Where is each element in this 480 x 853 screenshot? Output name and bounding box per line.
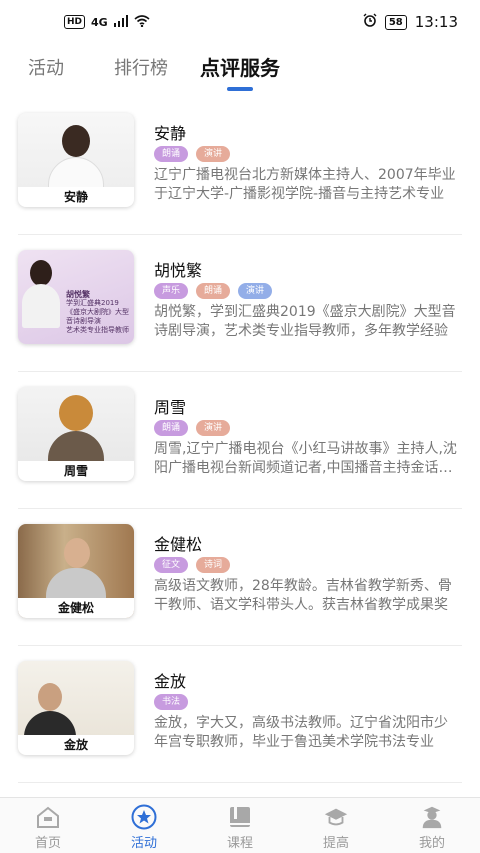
nav-improve[interactable]: 提高: [288, 798, 384, 853]
photo-caption: 安静: [18, 187, 134, 207]
teacher-description: 高级语文教师，28年教龄。吉林省教学新秀、骨干教师、语文学科带头人。获吉林省教学…: [154, 578, 452, 613]
teacher-list: 安静 安静 朗诵 演讲 辽宁广播电视台北方新媒体主持人、2007年毕业于辽宁大学…: [0, 98, 480, 783]
list-item[interactable]: 金健松 金健松 征文 诗词 高级语文教师，28年教龄。吉林省教学新秀、骨干教师、…: [0, 509, 480, 646]
list-item[interactable]: 金放 金放 书法 金放，字大又，高级书法教师。辽宁省沈阳市少年宫专职教师，毕业于…: [0, 646, 480, 783]
top-tabs: 活动 排行榜 点评服务: [0, 50, 480, 92]
tag: 朗诵: [154, 146, 189, 162]
status-left: HD 4G: [64, 14, 150, 30]
tag-list: 征文 诗词: [154, 557, 231, 573]
poster-text: 胡悦繁 学到汇盛典2019 《盛京大剧院》大型音诗剧导演 艺术类专业指导教师: [66, 290, 130, 335]
teacher-name: 金放: [154, 672, 187, 691]
teacher-photo: 周雪: [18, 387, 134, 481]
poster-line: 胡悦繁: [66, 290, 90, 299]
teacher-name: 金健松: [154, 535, 203, 554]
tag-list: 朗诵 演讲: [154, 420, 231, 436]
tag: 诗词: [196, 557, 231, 573]
poster-line: 学到汇盛典2019: [66, 299, 119, 307]
list-item[interactable]: 安静 安静 朗诵 演讲 辽宁广播电视台北方新媒体主持人、2007年毕业于辽宁大学…: [0, 98, 480, 235]
alarm-icon: [363, 13, 377, 31]
nav-home[interactable]: 首页: [0, 798, 96, 853]
photo-caption: 金放: [18, 735, 134, 755]
list-item[interactable]: 胡悦繁 学到汇盛典2019 《盛京大剧院》大型音诗剧导演 艺术类专业指导教师 胡…: [0, 235, 480, 372]
tab-leaderboard[interactable]: 排行榜: [114, 54, 168, 80]
nav-label: 课程: [226, 836, 253, 851]
battery-indicator: 58: [384, 14, 407, 30]
teacher-name: 周雪: [154, 398, 187, 417]
nav-label: 提高: [322, 836, 349, 851]
teacher-description: 周雪,辽宁广播电视台《小红马讲故事》主持人,沈阳广播电视台新闻频道记者,中国播音…: [154, 441, 457, 476]
teacher-description: 辽宁广播电视台北方新媒体主持人、2007年毕业于辽宁大学-广播影视学院-播音与主…: [154, 167, 456, 202]
tag: 演讲: [196, 420, 231, 436]
clock: 13:13: [414, 13, 458, 31]
teacher-name: 胡悦繁: [154, 261, 203, 280]
network-label: 4G: [91, 15, 108, 29]
teacher-description: 金放，字大又，高级书法教师。辽宁省沈阳市少年宫专职教师，毕业于鲁迅美术学院书法专…: [154, 715, 448, 750]
nav-activity[interactable]: 活动: [96, 798, 192, 853]
teacher-photo: 金健松: [18, 524, 134, 618]
list-item[interactable]: 周雪 周雪 朗诵 演讲 周雪,辽宁广播电视台《小红马讲故事》主持人,沈阳广播电视…: [0, 372, 480, 509]
tag-list: 声乐 朗诵 演讲: [154, 283, 273, 299]
photo-caption: 金健松: [18, 598, 134, 618]
poster-line: 艺术类专业指导教师: [66, 326, 129, 334]
teacher-name: 安静: [154, 124, 187, 143]
tag: 演讲: [238, 283, 273, 299]
teacher-photo: 胡悦繁 学到汇盛典2019 《盛京大剧院》大型音诗剧导演 艺术类专业指导教师: [18, 250, 134, 344]
teacher-description: 胡悦繁，学到汇盛典2019《盛京大剧院》大型音诗剧导演，艺术类专业指导教师，多年…: [154, 304, 456, 339]
nav-label: 首页: [34, 836, 61, 851]
nav-course[interactable]: 课程: [192, 798, 288, 853]
status-bar: HD 4G 58 13:13: [0, 0, 480, 44]
teacher-photo: 金放: [18, 661, 134, 755]
photo-caption: 周雪: [18, 461, 134, 481]
tab-review-service[interactable]: 点评服务: [200, 52, 280, 81]
tag: 朗诵: [154, 420, 189, 436]
nav-mine[interactable]: 我的: [384, 798, 480, 853]
poster-line: 《盛京大剧院》大型音诗剧导演: [66, 308, 129, 325]
bottom-nav: 首页 活动 课程 提高 我的: [0, 797, 480, 853]
tag: 书法: [154, 694, 189, 710]
book-icon: [227, 804, 253, 830]
teacher-photo: 安静: [18, 113, 134, 207]
tag: 征文: [154, 557, 189, 573]
tag-list: 朗诵 演讲: [154, 146, 231, 162]
hd-badge: HD: [64, 15, 86, 29]
nav-label: 我的: [418, 836, 445, 851]
home-icon: [35, 804, 61, 830]
user-icon: [419, 804, 445, 830]
active-tab-indicator: [227, 87, 253, 91]
signal-icon: [113, 14, 128, 30]
star-icon: [131, 804, 157, 830]
tab-activity[interactable]: 活动: [28, 54, 64, 80]
divider: [18, 782, 462, 783]
tag-list: 书法: [154, 694, 189, 710]
status-right: 58 13:13: [363, 13, 458, 31]
tag: 演讲: [196, 146, 231, 162]
nav-label: 活动: [130, 836, 157, 851]
graduation-cap-icon: [323, 804, 349, 830]
wifi-icon: [134, 14, 150, 30]
tag: 声乐: [154, 283, 189, 299]
tag: 朗诵: [196, 283, 231, 299]
